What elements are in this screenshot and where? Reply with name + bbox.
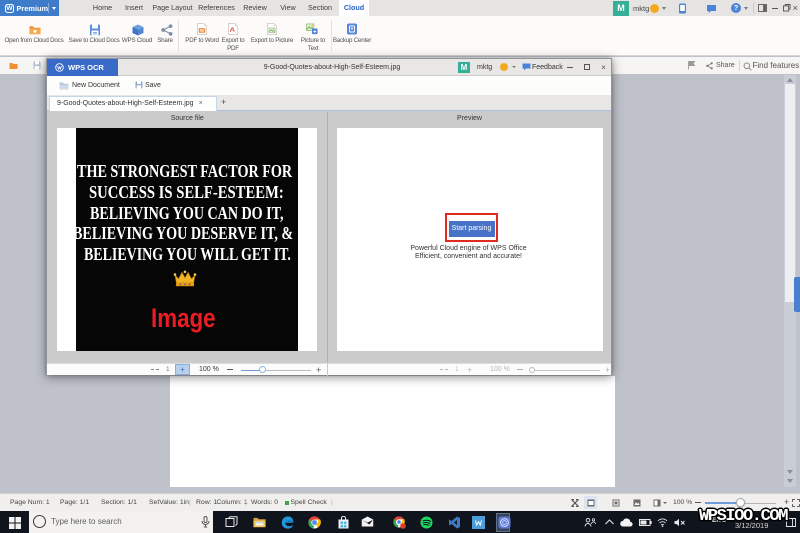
svg-text:W: W [200, 27, 204, 32]
